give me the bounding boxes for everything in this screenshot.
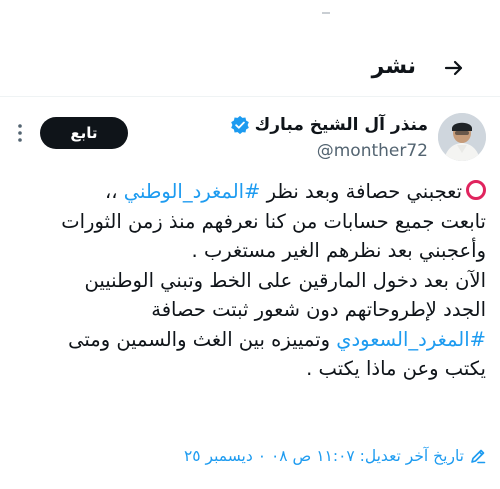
tweet-line-3: وأعجبني بعد نظرهم الغير مستغرب . xyxy=(191,239,486,262)
tweet-line-7: يكتب وعن ماذا يكتب . xyxy=(306,357,486,380)
avatar-image xyxy=(438,113,486,161)
avatar[interactable] xyxy=(438,113,486,161)
verified-badge-icon xyxy=(230,115,250,135)
page-title: نشر xyxy=(371,54,416,79)
tweet-line-4: الآن بعد دخول المارقين على الخط وتبني ال… xyxy=(84,268,486,292)
back-button[interactable] xyxy=(438,52,470,84)
top-strip xyxy=(0,0,500,32)
follow-button[interactable]: تابع xyxy=(40,117,128,149)
hashtag-link[interactable]: #المغرد_السعودي xyxy=(336,328,486,351)
edit-history-link[interactable]: تاريخ آخر تعديل: ١١:٠٧ ص ٠٨ ٠ ديسمبر ٢٥ xyxy=(184,447,486,465)
tweet-text: تعجبني حصافة وبعد نظر #المغرد_الوطني ،، … xyxy=(12,177,486,384)
tweet-card: منذر آل الشيخ مبارك @monther72 تابع تعجب… xyxy=(0,97,500,489)
more-options-icon[interactable] xyxy=(8,119,32,147)
tweet-line-6: #المغرد_السعودي وتمييزه بين الغث والسمين… xyxy=(12,325,486,355)
red-circle-icon xyxy=(466,180,486,200)
tweet-line-5: الجدد لإطروحاتهم دون شعور ثبتت حصافة xyxy=(151,298,486,321)
tweet-line-1-text: تعجبني حصافة وبعد نظر xyxy=(260,180,462,203)
author-name[interactable]: منذر آل الشيخ مبارك xyxy=(255,115,428,135)
author-handle[interactable]: @monther72 xyxy=(317,141,428,161)
tweet-line-6-tail: وتمييزه بين الغث والسمين ومتى xyxy=(68,327,337,351)
hashtag-link[interactable]: #المغرد_الوطني xyxy=(124,180,261,203)
tweet-line-1-tail: ،، xyxy=(104,180,124,203)
top-strip-mark xyxy=(322,12,330,14)
pencil-icon xyxy=(470,448,486,464)
arrow-right-icon xyxy=(444,60,463,76)
page-header: نشر xyxy=(0,40,500,96)
tweet-line-1: تعجبني حصافة وبعد نظر #المغرد_الوطني ،، xyxy=(12,177,486,207)
tweet-line-2: تابعت جميع حسابات من كنا نعرفهم منذ زمن … xyxy=(61,209,486,233)
author-name-row: منذر آل الشيخ مبارك xyxy=(230,115,428,135)
edited-timestamp: تاريخ آخر تعديل: ١١:٠٧ ص ٠٨ ٠ ديسمبر ٢٥ xyxy=(183,447,464,465)
